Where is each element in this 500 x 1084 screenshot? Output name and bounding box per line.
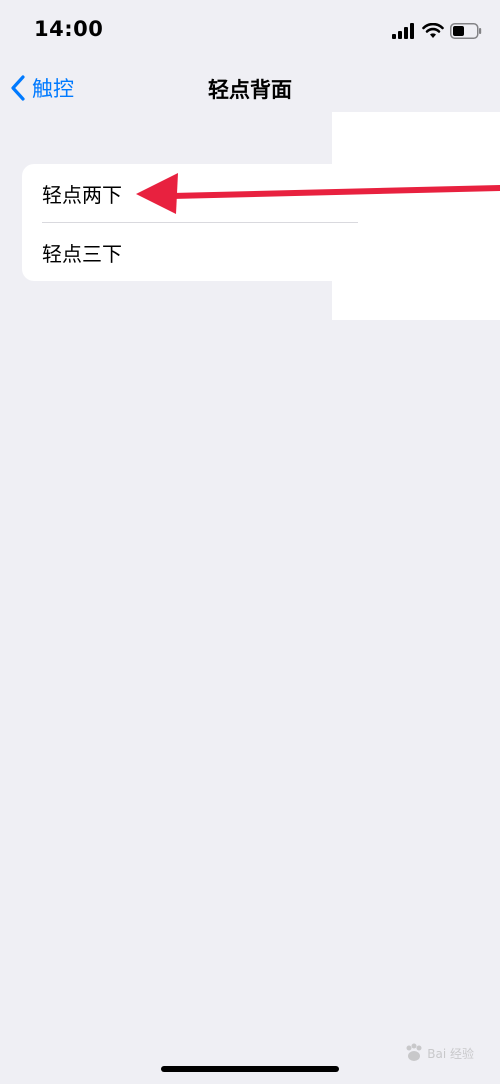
home-indicator[interactable] <box>161 1066 339 1072</box>
paw-logo-icon <box>406 1043 422 1061</box>
watermark-text: Bai 经验 <box>427 1046 474 1061</box>
wifi-icon <box>422 23 444 38</box>
battery-icon <box>450 23 482 39</box>
page-title: 轻点背面 <box>208 78 292 102</box>
settings-list: 轻点两下 轻点三下 <box>22 164 358 281</box>
list-item-triple-tap[interactable]: 轻点三下 <box>22 223 358 281</box>
navigation-bar: 触控 轻点背面 <box>0 62 500 114</box>
signal-icon <box>392 23 414 39</box>
status-icons <box>392 20 482 42</box>
status-bar: 14:00 <box>0 0 500 60</box>
list-item-label: 轻点两下 <box>42 182 122 207</box>
status-time: 14:00 <box>34 17 104 41</box>
watermark: Bai 经验 <box>403 1042 474 1064</box>
list-item-label: 轻点三下 <box>42 241 122 266</box>
list-item-double-tap[interactable]: 轻点两下 <box>22 164 358 222</box>
